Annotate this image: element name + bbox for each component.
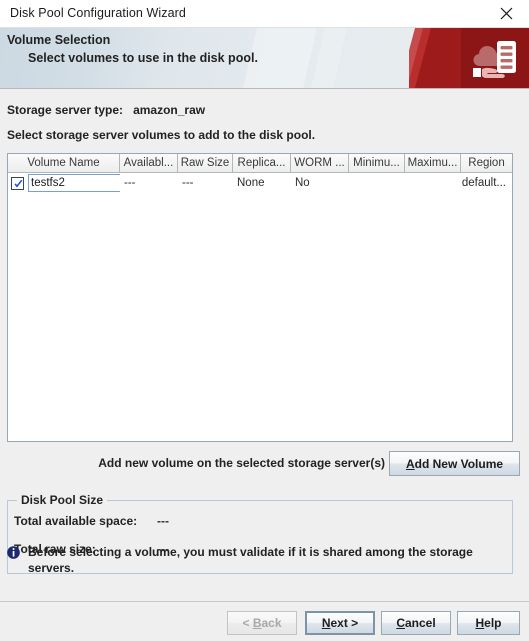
close-icon[interactable] <box>484 0 529 27</box>
add-volume-row: Add new volume on the selected storage s… <box>0 451 529 477</box>
instruction-text: Select storage server volumes to add to … <box>7 128 316 142</box>
banner-subtitle: Select volumes to use in the disk pool. <box>28 51 258 65</box>
next-button-label: ext > <box>330 616 359 630</box>
volume-select-checkbox[interactable] <box>11 176 24 190</box>
worm-cell: No <box>295 177 310 189</box>
region-cell: default... <box>461 177 506 189</box>
table-column-header[interactable]: Replica... <box>233 154 291 173</box>
volumes-table[interactable]: Volume Name Availabl... Raw Size Replica...… <box>7 153 513 442</box>
back-button[interactable]: < Back <box>227 611 297 635</box>
storage-server-type-row: Storage server type: amazon_raw <box>7 103 205 117</box>
banner-stripe-secondary <box>310 28 348 88</box>
title-bar: Disk Pool Configuration Wizard <box>0 0 529 28</box>
banner-title: Volume Selection <box>7 33 111 47</box>
add-new-volume-mnemonic: A <box>405 456 415 471</box>
help-button[interactable]: Help <box>457 611 520 635</box>
cancel-button-mnemonic: C <box>396 616 405 630</box>
minimum-cell <box>349 173 405 193</box>
storage-server-type-value: amazon_raw <box>133 103 206 117</box>
back-button-prefix: < <box>242 616 253 630</box>
info-icon <box>7 546 20 559</box>
back-button-label: ack <box>261 616 282 630</box>
total-available-space-value: --- <box>157 514 169 528</box>
table-row[interactable]: --- --- None No default... <box>8 173 512 193</box>
table-column-header[interactable]: Raw Size <box>178 154 233 173</box>
available-cell: --- <box>124 177 136 189</box>
wizard-banner: Volume Selection Select volumes to use i… <box>0 28 529 89</box>
cancel-button[interactable]: Cancel <box>381 611 451 635</box>
table-column-header[interactable]: Region <box>461 154 512 173</box>
help-button-mnemonic: H <box>475 616 485 630</box>
maximum-cell <box>405 173 461 193</box>
total-available-space-label: Total available space: <box>14 514 138 528</box>
cancel-button-label: ancel <box>404 616 436 630</box>
table-header-row: Volume Name Availabl... Raw Size Replica...… <box>8 154 512 173</box>
storage-server-type-label: Storage server type: <box>7 103 124 117</box>
wizard-content: Storage server type: amazon_raw Select st… <box>0 89 529 595</box>
raw-size-cell: --- <box>182 177 194 189</box>
disk-pool-configuration-wizard-window: Disk Pool Configuration Wizard Volume Se… <box>0 0 529 641</box>
table-column-header[interactable]: Volume Name <box>8 154 120 173</box>
table-column-header[interactable]: Availabl... <box>120 154 178 173</box>
wizard-button-bar: < Back Next > Cancel Help <box>0 602 529 641</box>
disk-pool-size-title: Disk Pool Size <box>17 493 108 507</box>
window-title: Disk Pool Configuration Wizard <box>10 6 186 20</box>
cloud-server-hand-icon <box>467 36 521 82</box>
info-message: Before selecting a volume, you must vali… <box>28 545 473 575</box>
add-new-volume-button[interactable]: Add New Volume <box>389 451 520 476</box>
table-column-header[interactable]: WORM ... <box>291 154 349 173</box>
volume-name-input[interactable] <box>28 174 120 192</box>
add-new-volume-label: dd New Volume <box>414 456 504 471</box>
volume-name-cell <box>8 173 120 193</box>
table-column-header[interactable]: Maximu... <box>405 154 461 173</box>
replication-cell: None <box>237 177 265 189</box>
table-column-header[interactable]: Minimu... <box>349 154 405 173</box>
add-volume-label: Add new volume on the selected storage s… <box>98 456 385 470</box>
next-button[interactable]: Next > <box>305 611 375 635</box>
help-button-label: elp <box>484 616 502 630</box>
table-body: --- --- None No default... <box>8 173 512 193</box>
